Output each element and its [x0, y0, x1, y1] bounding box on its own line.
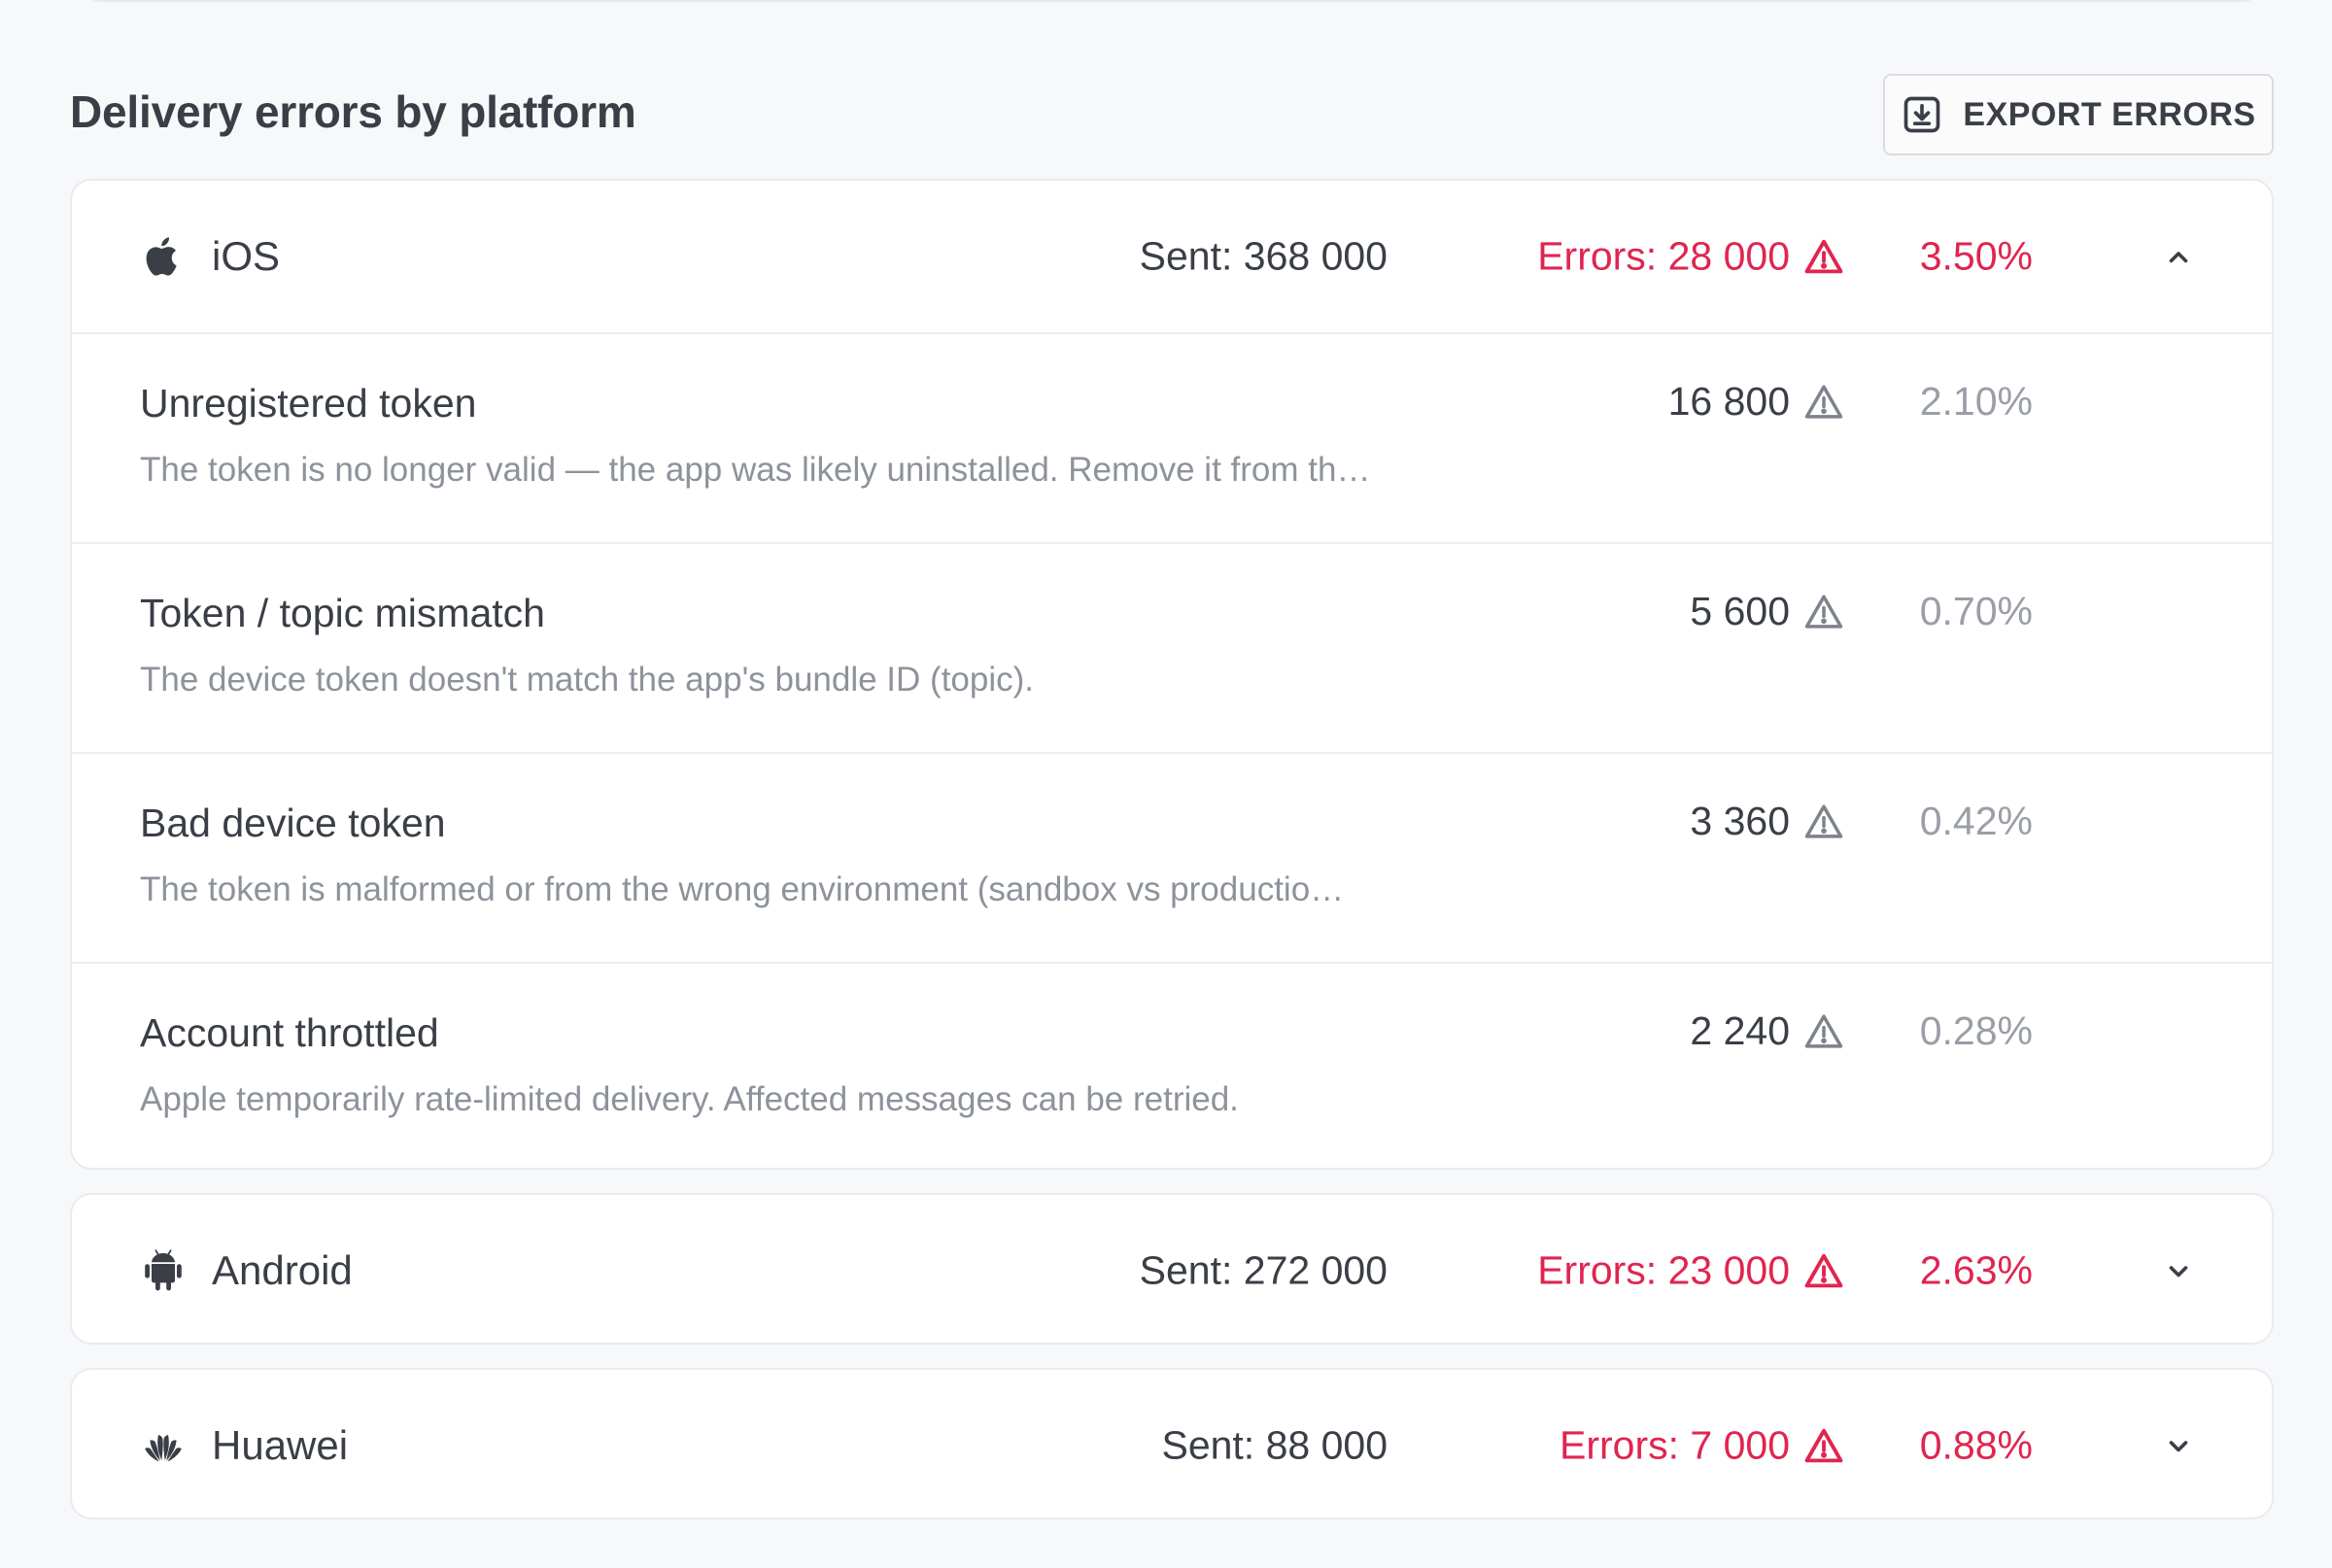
platform-header-android[interactable]: Android Sent: 272 000 Errors: 23 000 2.6… [72, 1195, 2272, 1343]
error-row: Bad device token The token is malformed … [72, 752, 2272, 962]
error-count: 2 240 [1690, 1008, 1844, 1054]
export-errors-label: EXPORT ERRORS [1963, 95, 2256, 133]
error-title: Bad device token [140, 801, 446, 845]
platform-header-huawei[interactable]: Huawei Sent: 88 000 Errors: 7 000 0.88% [72, 1370, 2272, 1517]
warning-icon [1804, 385, 1843, 419]
error-count: 3 360 [1690, 799, 1844, 844]
errors-count: Errors: 28 000 [1537, 234, 1844, 280]
errors-count: Errors: 7 000 [1560, 1423, 1844, 1469]
huawei-icon [145, 1435, 182, 1462]
error-description: Apple temporarily rate-limited delivery.… [140, 1080, 1239, 1118]
previous-card-edge [80, 0, 2264, 2]
warning-icon [1804, 1014, 1843, 1048]
android-icon [145, 1249, 182, 1291]
errors-count: Errors: 23 000 [1537, 1248, 1844, 1294]
section-title: Delivery errors by platform [70, 86, 636, 137]
download-icon [1904, 96, 1940, 133]
platform-name: iOS [212, 233, 281, 279]
warning-icon [1804, 1428, 1843, 1462]
platform-name: Huawei [212, 1422, 349, 1468]
error-percentage: 0.28% [1919, 1008, 2033, 1053]
sent-count: Sent: 88 000 [1161, 1422, 1388, 1468]
error-row: Token / topic mismatch The device token … [72, 542, 2272, 752]
platform-card-ios: iOS Sent: 368 000 Errors: 28 000 3.50% U… [70, 179, 2274, 1170]
platform-card-android: Android Sent: 272 000 Errors: 23 000 2.6… [70, 1193, 2274, 1345]
error-count: 16 800 [1668, 379, 1844, 425]
error-row: Unregistered token The token is no longe… [72, 332, 2272, 542]
errors-count-label: Errors: 28 000 [1537, 233, 1790, 279]
error-title: Token / topic mismatch [140, 591, 545, 635]
error-rate: 2.63% [1919, 1247, 2033, 1293]
error-row: Account throttled Apple temporarily rate… [72, 962, 2272, 1168]
error-description: The device token doesn't match the app's… [140, 661, 1034, 699]
warning-icon [1804, 595, 1843, 629]
chevron-up-icon[interactable] [2161, 239, 2196, 274]
error-description: The token is malformed or from the wrong… [140, 870, 1345, 908]
platform-name: Android [212, 1247, 353, 1293]
error-percentage: 0.42% [1919, 799, 2033, 843]
error-count-value: 5 600 [1690, 589, 1790, 633]
error-count-value: 2 240 [1690, 1008, 1790, 1053]
error-description: The token is no longer valid — the app w… [140, 451, 1371, 489]
error-rate: 3.50% [1919, 233, 2033, 279]
error-rate: 0.88% [1919, 1422, 2033, 1468]
platform-header-ios[interactable]: iOS Sent: 368 000 Errors: 28 000 3.50% [72, 181, 2272, 332]
platform-card-huawei: Huawei Sent: 88 000 Errors: 7 000 0.88% [70, 1368, 2274, 1519]
apple-icon [146, 237, 177, 276]
warning-icon [1804, 804, 1843, 838]
error-title: Unregistered token [140, 381, 477, 426]
error-title: Account throttled [140, 1010, 439, 1055]
error-percentage: 0.70% [1919, 589, 2033, 633]
warning-icon [1804, 239, 1843, 273]
error-count: 5 600 [1690, 589, 1844, 634]
chevron-down-icon[interactable] [2161, 1428, 2196, 1463]
sent-count: Sent: 272 000 [1139, 1247, 1388, 1293]
errors-count-label: Errors: 23 000 [1537, 1247, 1790, 1293]
error-count-value: 3 360 [1690, 799, 1790, 843]
errors-count-label: Errors: 7 000 [1560, 1422, 1790, 1468]
export-errors-button[interactable]: EXPORT ERRORS [1883, 74, 2274, 155]
error-count-value: 16 800 [1667, 379, 1790, 424]
warning-icon [1804, 1253, 1843, 1287]
error-percentage: 2.10% [1919, 379, 2033, 424]
sent-count: Sent: 368 000 [1139, 233, 1388, 279]
chevron-down-icon[interactable] [2161, 1253, 2196, 1288]
